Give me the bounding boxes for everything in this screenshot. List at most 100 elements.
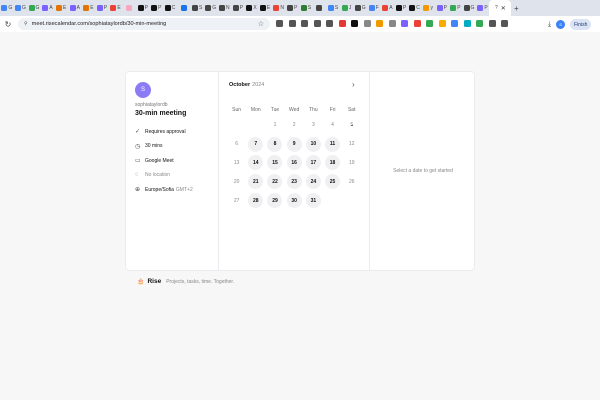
browser-tab[interactable]: N — [272, 0, 286, 16]
profile-avatar[interactable]: S — [556, 20, 566, 29]
browser-tab[interactable]: S — [299, 0, 313, 16]
browser-tab[interactable]: P — [231, 0, 245, 16]
browser-tab[interactable]: A — [381, 0, 395, 16]
weekday-label: Tue — [270, 107, 280, 113]
extension-icon[interactable] — [401, 20, 408, 27]
extension-icon[interactable] — [451, 20, 458, 27]
extension-icon[interactable] — [326, 20, 333, 27]
extension-icon[interactable] — [351, 20, 358, 27]
clock-icon: ◷ — [135, 143, 141, 150]
browser-tab[interactable]: S — [190, 0, 204, 16]
detail-timezone[interactable]: ⊕ Europe/Sofia GMT+2 — [135, 185, 209, 194]
browser-tab[interactable]: E — [54, 0, 68, 16]
reload-icon[interactable]: ↻ — [0, 20, 16, 29]
tab-title: G — [361, 5, 366, 11]
browser-tab[interactable]: C — [163, 0, 177, 16]
browser-tab[interactable]: A — [41, 0, 55, 16]
available-day[interactable]: 9 — [285, 136, 304, 152]
available-day[interactable]: 15 — [265, 155, 284, 171]
extension-icon[interactable] — [476, 20, 483, 27]
browser-tab[interactable]: N — [218, 0, 232, 16]
browser-tab[interactable]: P — [449, 0, 463, 16]
browser-tab[interactable]: P — [136, 0, 150, 16]
extension-icon[interactable] — [388, 20, 396, 27]
available-day[interactable]: 25 — [323, 174, 342, 190]
available-day[interactable]: 14 — [246, 155, 265, 171]
browser-tab[interactable]: J — [340, 0, 354, 16]
browser-tab[interactable]: P — [150, 0, 164, 16]
location-text: No location — [145, 172, 171, 178]
day-number: 20 — [233, 178, 240, 185]
finish-button[interactable]: Finish — [570, 19, 592, 30]
available-day[interactable]: 16 — [285, 155, 304, 171]
weekday-label: Mon — [250, 107, 261, 113]
bookmark-star-icon[interactable]: ☆ — [258, 20, 264, 28]
address-bar[interactable]: ⚲ meet.risecalendar.com/sophiataylordb/3… — [18, 18, 270, 30]
available-day[interactable]: 24 — [304, 174, 323, 190]
unavailable-day: 20 — [227, 179, 246, 185]
browser-tab[interactable]: P — [95, 0, 109, 16]
available-day[interactable]: 11 — [323, 136, 342, 152]
available-day[interactable]: 29 — [265, 193, 284, 209]
extension-icon[interactable] — [413, 20, 421, 27]
available-day[interactable]: 23 — [285, 174, 304, 190]
new-tab-button[interactable]: + — [511, 4, 521, 13]
extension-icon[interactable] — [313, 20, 321, 27]
tab-title: E — [63, 5, 67, 11]
browser-tab[interactable]: E — [82, 0, 96, 16]
browser-tab[interactable]: S — [326, 0, 340, 16]
browser-tab[interactable]: C — [408, 0, 422, 16]
powered-by-footer[interactable]: 🎂 Rise Projects, tasks, time. Together. — [137, 278, 234, 285]
browser-tab[interactable]: P — [285, 0, 299, 16]
available-day[interactable]: 8 — [265, 136, 284, 152]
tab-favicon-icon — [218, 5, 225, 11]
available-day[interactable]: 17 — [304, 155, 323, 171]
available-day[interactable]: 21 — [246, 174, 265, 190]
close-tab-icon[interactable]: ✕ — [501, 5, 506, 12]
browser-tab[interactable]: X — [245, 0, 259, 16]
extension-icon[interactable] — [363, 20, 371, 27]
browser-tab[interactable]: A — [68, 0, 82, 16]
browser-tab[interactable]: G — [353, 0, 367, 16]
brand-name: Rise — [147, 278, 162, 285]
available-day[interactable]: 31 — [304, 193, 323, 209]
extension-icon[interactable] — [301, 20, 308, 27]
extension-icon[interactable] — [463, 20, 471, 27]
download-icon[interactable]: ⤓ — [548, 21, 551, 29]
browser-tab[interactable]: G — [14, 0, 28, 16]
browser-tab[interactable]: F — [367, 0, 381, 16]
browser-tab[interactable]: G — [0, 0, 14, 16]
available-day[interactable]: 7 — [246, 136, 265, 152]
browser-tab[interactable]: E — [109, 0, 123, 16]
host-name: sophiataylordb — [135, 102, 168, 108]
active-tab[interactable]: ? ✕ — [489, 0, 512, 16]
available-day[interactable]: 22 — [265, 174, 284, 190]
browser-tab[interactable]: P — [435, 0, 449, 16]
browser-tab[interactable]: E — [258, 0, 272, 16]
browser-tab[interactable]: y — [421, 0, 435, 16]
browser-tab[interactable]: P — [476, 0, 490, 16]
extension-icon[interactable] — [488, 20, 496, 27]
unavailable-day: 5 — [342, 122, 361, 128]
browser-tab[interactable] — [177, 0, 191, 16]
extension-icon[interactable] — [288, 20, 296, 27]
browser-tab[interactable] — [122, 0, 136, 16]
available-day[interactable]: 18 — [323, 155, 342, 171]
extension-icon[interactable] — [501, 20, 508, 27]
next-month-icon[interactable]: › — [352, 80, 355, 89]
extension-icon[interactable] — [276, 20, 283, 27]
tab-title: P — [103, 5, 108, 11]
browser-tab[interactable]: G — [27, 0, 41, 16]
browser-tab[interactable]: P — [394, 0, 408, 16]
browser-tab[interactable]: G — [204, 0, 218, 16]
extension-icon[interactable] — [426, 20, 433, 27]
browser-tab[interactable]: G — [462, 0, 476, 16]
extension-icon[interactable] — [338, 20, 346, 27]
available-day[interactable]: 30 — [285, 193, 304, 209]
site-info-icon[interactable]: ⚲ — [24, 21, 28, 27]
extension-icon[interactable] — [376, 20, 383, 27]
extension-icon[interactable] — [438, 20, 446, 27]
available-day[interactable]: 28 — [246, 193, 265, 209]
available-day[interactable]: 10 — [304, 136, 323, 152]
browser-tab[interactable] — [313, 0, 327, 16]
